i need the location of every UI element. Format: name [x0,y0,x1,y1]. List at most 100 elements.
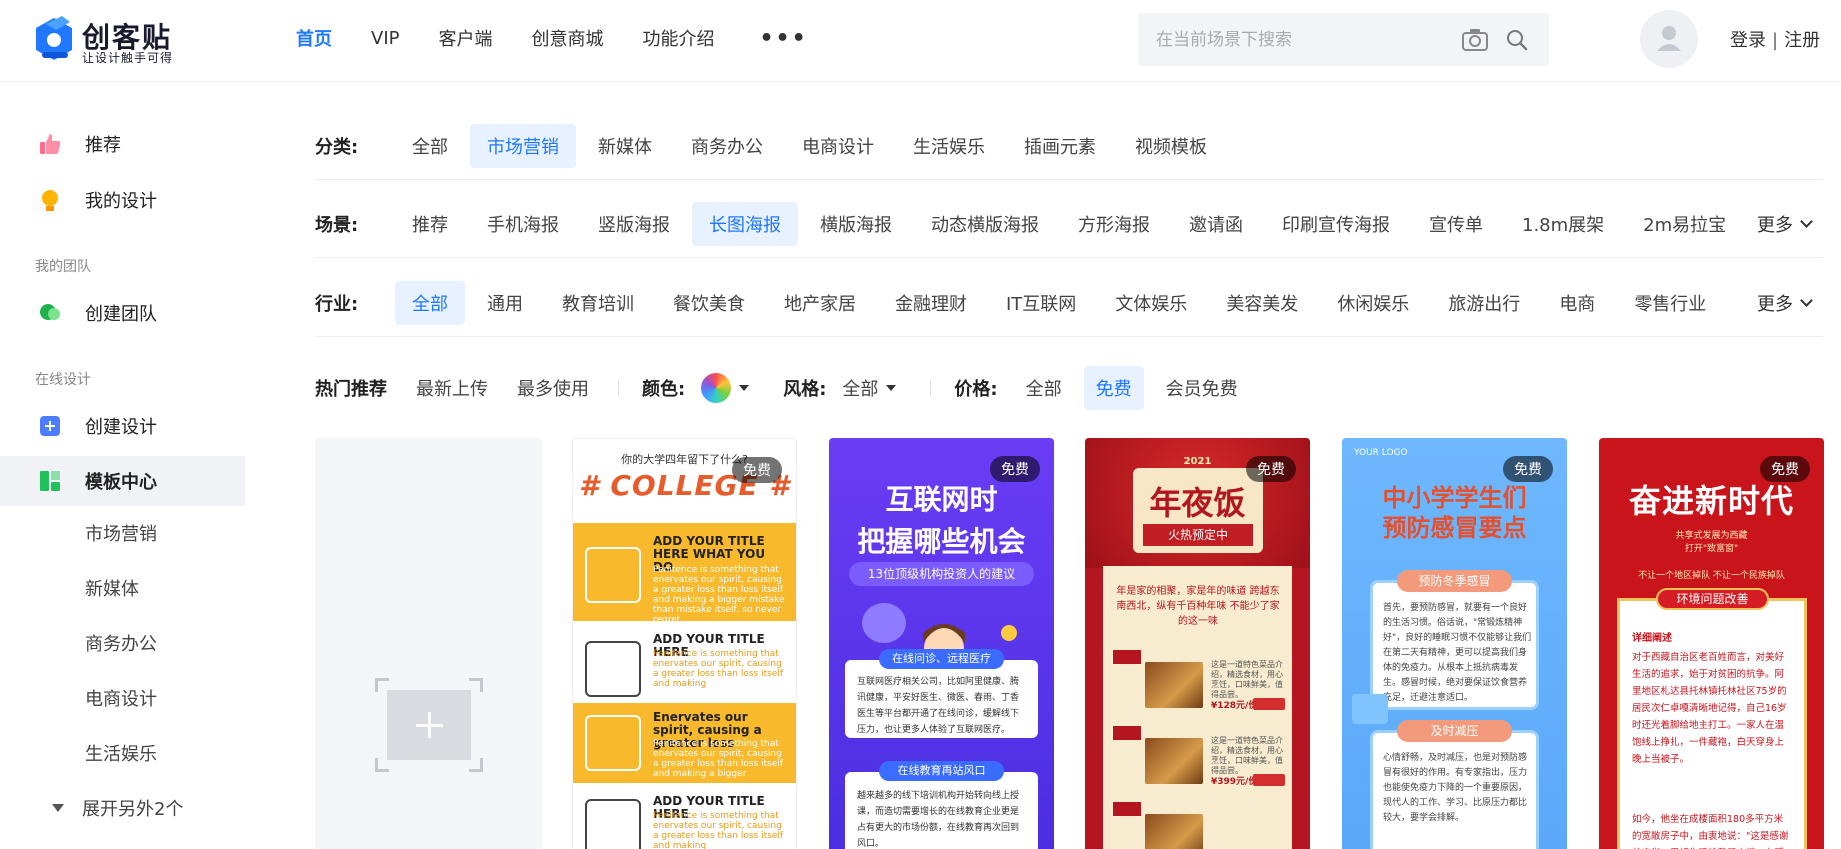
sidebar-label: 创建设计 [85,417,157,438]
nav-vip[interactable]: VIP [371,28,399,49]
main-nav: 首页 VIP 客户端 创意商城 功能介绍 ••• [296,0,847,76]
search-input[interactable] [1156,26,1456,54]
nav-features[interactable]: 功能介绍 [642,25,714,51]
industry-more-button[interactable]: 更多 [1757,290,1813,316]
chip-category[interactable]: 视频模板 [1118,124,1224,168]
chip-scene[interactable]: 动态横版海报 [914,202,1056,246]
card-text: Penitence is something that enervates ou… [653,739,783,779]
plus-icon [387,690,471,760]
scene-more-button[interactable]: 更多 [1757,211,1813,237]
sidebar-sub-marketing[interactable]: 市场营销 [85,520,157,546]
chip-industry[interactable]: 美容美发 [1209,281,1315,325]
chip-scene[interactable]: 手机海报 [470,202,576,246]
search-icon[interactable] [1505,28,1529,52]
plus-square-icon [40,416,60,436]
sidebar-item-create-team[interactable]: 创建团队 [0,288,245,338]
nav-creative-mall[interactable]: 创意商城 [531,25,603,51]
card-title: 年夜饭 [1149,484,1246,522]
chip-scene[interactable]: 长图海报 [692,201,798,246]
sidebar-sub-ecommerce[interactable]: 电商设计 [85,685,157,711]
price-vip-free[interactable]: 会员免费 [1154,366,1250,410]
chip-industry[interactable]: 餐饮美食 [656,281,762,325]
chip-scene[interactable]: 邀请函 [1172,202,1260,246]
sidebar-item-create-design[interactable]: 创建设计 [0,401,245,451]
chip-scene[interactable]: 推荐 [395,202,465,246]
sketch-icon [585,547,641,603]
chip-industry[interactable]: 全部 [395,280,465,325]
chip-scene[interactable]: 1.8m展架 [1505,202,1621,246]
chip-industry[interactable]: 旅游出行 [1431,281,1537,325]
sidebar-sub-business[interactable]: 商务办公 [85,630,157,656]
chip-category[interactable]: 市场营销 [470,123,576,168]
style-select[interactable]: 全部 [842,375,878,401]
chip-scene[interactable]: 竖版海报 [581,202,687,246]
card-text: Penitence is something that enervates ou… [653,811,783,849]
color-picker[interactable] [701,373,732,403]
chip-industry[interactable]: IT互联网 [989,281,1093,325]
price-all[interactable]: 全部 [1014,366,1074,410]
chip-scene[interactable]: 2m易拉宝 [1626,202,1743,246]
card-section: ADD YOUR TITLE HERE WHAT YOU DO Penitenc… [573,523,796,625]
chip-industry[interactable]: 零售行业 [1617,281,1723,325]
chip-scene[interactable]: 宣传单 [1412,202,1500,246]
sidebar-label: 我的设计 [85,191,157,212]
avatar[interactable] [1640,10,1698,68]
chip-scene[interactable]: 横版海报 [803,202,909,246]
add-template-card[interactable] [315,438,542,849]
caret-down-icon[interactable] [739,385,750,391]
sidebar-expand[interactable]: 展开另外2个 [52,795,183,821]
chip-industry[interactable]: 休闲娱乐 [1320,281,1426,325]
chip-industry[interactable]: 电商 [1542,281,1612,325]
template-card[interactable]: 免费 奋进新时代 共享式发展为西藏 打开"致富窗" 不让一个地区掉队 不让一个民… [1599,438,1824,849]
free-badge: 免费 [1760,456,1810,482]
price-free[interactable]: 免费 [1083,366,1144,410]
nav-client[interactable]: 客户端 [438,25,492,51]
sidebar: 推荐 我的设计 我的团队 创建团队 在线设计 创建设计 模板中心 市场营销 新媒… [0,82,245,849]
nav-more-icon[interactable]: ••• [759,26,807,51]
sidebar-item-template-center[interactable]: 模板中心 [0,456,245,506]
sidebar-sub-new-media[interactable]: 新媒体 [85,575,139,601]
chip-category[interactable]: 商务办公 [674,124,780,168]
chip-category[interactable]: 生活娱乐 [896,124,1002,168]
card-text: 不让一个地区掉队 不让一个民族掉队 [1638,571,1785,581]
sidebar-item-my-designs[interactable]: 我的设计 [0,175,245,225]
sort-most-used[interactable]: 最多使用 [517,375,589,401]
template-card[interactable]: 免费 YOUR LOGO 中小学学生们 预防感冒要点 预防冬季感冒 首先，要预防… [1342,438,1567,849]
magnifier-icon [585,715,641,771]
nav-home[interactable]: 首页 [296,25,332,51]
card-tag: 在线教育再站风口 [879,761,1004,781]
card-text: 这是一道特色菜品介绍，精选食材，用心烹饪，口味鲜美，值得品尝。 [1211,736,1283,775]
caret-down-icon[interactable] [886,385,897,391]
chip-category[interactable]: 全部 [395,124,465,168]
free-badge: 免费 [1503,456,1553,482]
sort-newest[interactable]: 最新上传 [416,375,488,401]
chip-industry[interactable]: 地产家居 [767,281,873,325]
camera-icon[interactable] [1461,27,1489,53]
chip-category[interactable]: 新媒体 [581,124,669,168]
expand-label: 展开另外2个 [82,799,184,820]
card-title: 预防感冒要点 [1382,514,1527,542]
chip-scene[interactable]: 方形海报 [1061,202,1167,246]
free-badge: 免费 [1246,456,1296,482]
chip-category[interactable]: 插画元素 [1007,124,1113,168]
sidebar-item-recommend[interactable]: 推荐 [0,119,245,169]
chip-scene[interactable]: 印刷宣传海报 [1265,202,1407,246]
card-title: 互联网时 [885,483,998,516]
brand-logo[interactable]: 创客贴 让设计触手可得 [32,14,192,68]
chip-industry[interactable]: 金融理财 [878,281,984,325]
chip-industry[interactable]: 文体娱乐 [1098,281,1204,325]
sort-hot[interactable]: 热门推荐 [315,375,387,401]
template-card[interactable]: 免费 2021 年夜饭 火热预定中 年是家的相聚，家是年的味道 跨越东南西北，纵… [1085,438,1310,849]
template-card[interactable]: 免费 你的大学四年留下了什么? # COLLEGE # ADD YOUR TIT… [572,438,797,849]
thumbs-up-icon [40,134,61,154]
free-badge: 免费 [990,456,1040,482]
card-panel: 首先，要预防感冒，就要有一个良好的生活习惯。俗话说，"常锻炼精神好"，良好的睡眠… [1370,580,1539,710]
template-card[interactable]: 免费 互联网时 把握哪些机会 13位顶级机构投资人的建议 在线问诊、远程医疗 互… [829,438,1054,849]
chip-industry[interactable]: 教育培训 [545,281,651,325]
login-link[interactable]: 登录 [1730,30,1766,51]
register-link[interactable]: 注册 [1784,30,1820,51]
sidebar-sub-lifestyle[interactable]: 生活娱乐 [85,740,157,766]
chip-category[interactable]: 电商设计 [785,124,891,168]
filter-label: 场景: [315,214,359,236]
chip-industry[interactable]: 通用 [470,281,540,325]
